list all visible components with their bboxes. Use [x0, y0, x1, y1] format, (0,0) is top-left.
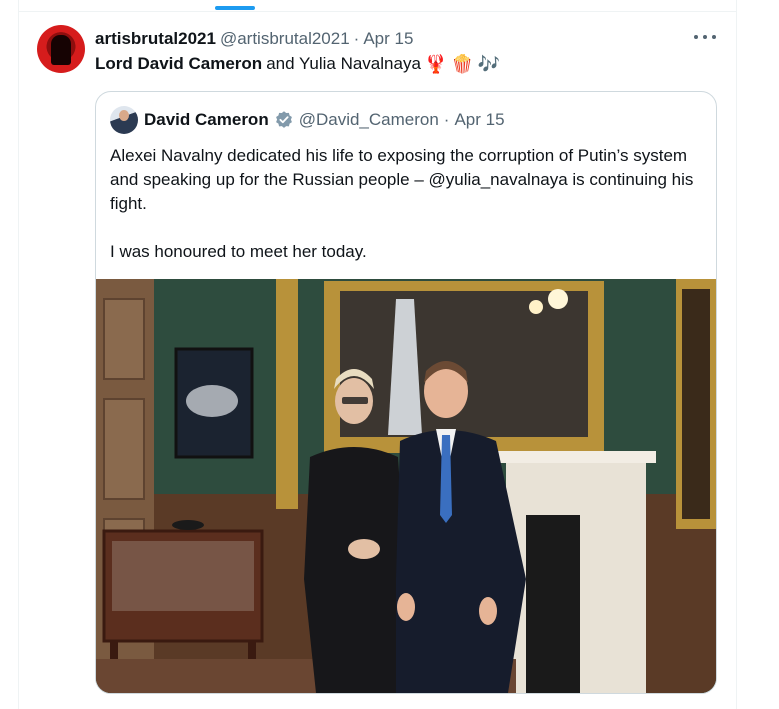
music-notes-emoji-icon: 🎶 — [477, 54, 501, 74]
photo-mantel — [496, 451, 656, 463]
popcorn-emoji-icon: 🍿 — [451, 54, 474, 74]
photo-light — [548, 289, 568, 309]
active-tab-indicator — [215, 6, 255, 10]
photo-woman-hands — [348, 539, 380, 559]
photo-bowl — [172, 520, 204, 530]
quoted-text-paragraph-1: Alexei Navalny dedicated his life to exp… — [110, 146, 694, 213]
photo-door-panel — [103, 298, 145, 380]
quoted-avatar[interactable] — [110, 106, 138, 134]
author-handle[interactable]: @artisbrutal2021 — [220, 29, 350, 49]
quoted-avatar-face — [119, 110, 129, 121]
avatar[interactable] — [37, 25, 85, 73]
photo-man-hand — [479, 597, 497, 625]
quoted-post-header: David Cameron @David_Cameron · Apr 15 — [144, 110, 505, 130]
quoted-separator: · — [443, 110, 450, 129]
photo-illustration — [96, 279, 716, 693]
post-text-rest: and Yulia Navalnaya — [266, 54, 421, 73]
header-separator: · — [353, 29, 360, 48]
post-text: Lord David Cameron and Yulia Navalnaya 🦞… — [95, 54, 500, 74]
quoted-post[interactable]: David Cameron @David_Cameron · Apr 15 Al… — [95, 91, 717, 694]
quoted-photo[interactable] — [96, 279, 716, 693]
more-horizontal-icon-dot — [694, 35, 698, 39]
photo-display-glass — [112, 541, 254, 611]
quoted-date[interactable]: Apr 15 — [454, 110, 504, 130]
photo-gilded-pilaster — [276, 279, 298, 509]
photo-mirror-glass — [340, 291, 588, 437]
verified-badge-icon — [275, 111, 292, 128]
photo-painting-cloud — [186, 385, 238, 417]
photo-door-panel — [103, 398, 145, 500]
quoted-text-paragraph-2: I was honoured to meet her today. — [110, 242, 367, 261]
photo-woman-dress — [304, 447, 406, 693]
avatar-figure — [51, 35, 71, 65]
photo-gilded-pattern — [682, 289, 710, 519]
post[interactable]: artisbrutal2021 @artisbrutal2021 · Apr 1… — [18, 12, 737, 709]
quoted-text: Alexei Navalny dedicated his life to exp… — [110, 144, 704, 264]
lobster-emoji-icon: 🦞 — [424, 54, 448, 74]
post-date[interactable]: Apr 15 — [363, 29, 413, 49]
more-horizontal-icon-dot — [712, 35, 716, 39]
more-options-button[interactable] — [694, 30, 716, 44]
author-display-name[interactable]: artisbrutal2021 — [95, 29, 216, 49]
photo-man-hand — [397, 593, 415, 621]
post-header: artisbrutal2021 @artisbrutal2021 · Apr 1… — [95, 29, 413, 51]
quoted-handle[interactable]: @David_Cameron — [299, 110, 439, 130]
photo-man-tie — [440, 435, 452, 523]
photo-light — [529, 300, 543, 314]
quoted-display-name[interactable]: David Cameron — [144, 110, 269, 130]
photo-fireplace-opening — [526, 515, 580, 693]
photo-woman-glasses — [342, 397, 368, 404]
post-text-bold: Lord David Cameron — [95, 54, 263, 73]
more-horizontal-icon-dot — [703, 35, 707, 39]
